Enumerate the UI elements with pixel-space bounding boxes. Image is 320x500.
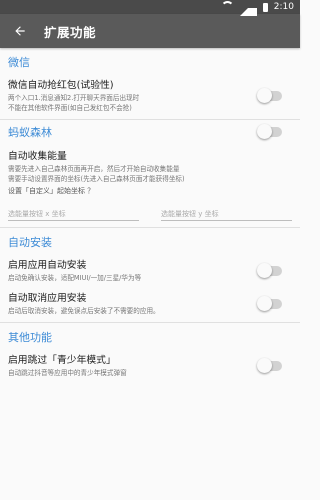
setting-desc: 不能在其他软件界面(如自己发红包不会抢) (8, 104, 132, 112)
status-time: 2:10 (273, 2, 294, 12)
setting-ant-collect: 自动收集能量 需要先进入自己森林页面再开启，然后才开始自动收集能量 需要手动设置… (8, 142, 292, 200)
setting-wechat-redpacket[interactable]: 微信自动抢红包(试验性) 两个入口1.消息通知2.打开聊天界面后出现时 不能在其… (8, 74, 292, 117)
setting-auto-cancel-install[interactable]: 自动取消应用安装 启动后取消安装，避免误点后安装了不需要的应用。 (8, 287, 292, 320)
arrow-back-icon (15, 26, 25, 36)
toggle-wechat-redpacket[interactable] (257, 87, 282, 103)
setting-title: 启用应用自动安装 (8, 260, 87, 271)
battery-icon (262, 2, 268, 12)
toggle-auto-cancel-install[interactable] (257, 295, 282, 311)
toggle-auto-install[interactable] (257, 262, 282, 278)
setting-title: 自动收集能量 (8, 151, 67, 162)
section-ant-forest[interactable]: 蚂蚁森林 (8, 120, 292, 142)
coordinate-help-link[interactable]: 设置「自定义」起始坐标 ？ (8, 186, 292, 196)
back-button[interactable] (8, 19, 32, 43)
setting-title: 启用跳过「青少年模式」 (8, 355, 116, 366)
coord-x-input[interactable] (8, 208, 139, 221)
page-title: 扩展功能 (44, 24, 97, 40)
toggle-ant-forest[interactable] (257, 124, 282, 139)
section-header-wechat: 微信 (8, 56, 30, 69)
toggle-teen-mode-skip[interactable] (257, 357, 282, 373)
app-bar: 扩展功能 (0, 14, 300, 48)
section-header-other: 其他功能 (8, 331, 52, 344)
setting-title: 自动取消应用安装 (8, 293, 87, 304)
coordinate-inputs (8, 208, 292, 221)
setting-teen-mode-skip[interactable]: 启用跳过「青少年模式」 自动跳过抖音等应用中的青少年模式弹窗 (8, 349, 292, 382)
setting-desc: 需要先进入自己森林页面再开启，然后才开始自动收集能量 (8, 165, 180, 173)
wifi-icon (220, 0, 234, 14)
coord-y-input[interactable] (161, 208, 292, 221)
status-bar: 2:10 (0, 0, 300, 16)
setting-desc: 需要手动设置界面的坐标(先进入自己森林页面才能获得坐标) (8, 175, 185, 183)
setting-desc: 两个入口1.消息通知2.打开聊天界面后出现时 (8, 94, 140, 102)
setting-desc: 启动后取消安装，避免误点后安装了不需要的应用。 (8, 307, 160, 315)
setting-title: 微信自动抢红包(试验性) (8, 80, 114, 91)
settings-list: 微信 微信自动抢红包(试验性) 两个入口1.消息通知2.打开聊天界面后出现时 不… (0, 48, 300, 382)
setting-desc: 自动跳过抖音等应用中的青少年模式弹窗 (8, 369, 127, 377)
signal-icon (239, 0, 257, 16)
setting-desc: 启动免确认安装，适配MIUI/一加/三星/华为等 (8, 274, 142, 282)
setting-auto-install[interactable]: 启用应用自动安装 启动免确认安装，适配MIUI/一加/三星/华为等 (8, 254, 292, 287)
section-header-auto-install: 自动安装 (8, 236, 52, 249)
section-header-ant-forest: 蚂蚁森林 (8, 126, 52, 139)
